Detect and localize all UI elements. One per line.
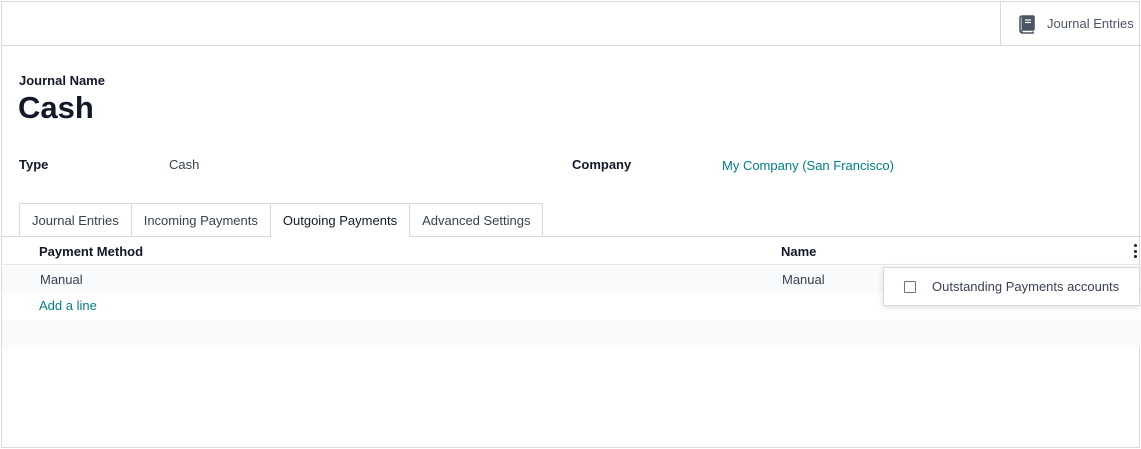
- form-view: Journal Entries Journal Name Cash Type C…: [1, 1, 1141, 448]
- optional-columns-dropdown: Outstanding Payments accounts: [883, 267, 1140, 306]
- column-header-payment-method[interactable]: Payment Method: [39, 244, 143, 259]
- kebab-menu-icon[interactable]: [1132, 244, 1138, 258]
- column-header-name[interactable]: Name: [781, 244, 816, 259]
- tab-incoming-payments[interactable]: Incoming Payments: [130, 203, 270, 237]
- journal-name-label: Journal Name: [19, 73, 105, 88]
- company-link[interactable]: My Company (San Francisco): [722, 158, 894, 173]
- outstanding-payments-checkbox[interactable]: [904, 280, 916, 293]
- journal-name-value[interactable]: Cash: [18, 90, 94, 126]
- button-box: Journal Entries: [2, 2, 1141, 46]
- table-header: Payment Method Name: [2, 237, 1141, 265]
- type-label: Type: [19, 157, 49, 172]
- outstanding-payments-option-label[interactable]: Outstanding Payments accounts: [932, 279, 1119, 294]
- payment-method-cell[interactable]: Manual: [40, 272, 83, 287]
- journal-entries-smart-button[interactable]: Journal Entries: [1000, 2, 1141, 45]
- book-icon: [1017, 14, 1037, 34]
- company-label: Company: [572, 157, 632, 172]
- tab-journal-entries[interactable]: Journal Entries: [19, 203, 131, 237]
- tab-outgoing-payments[interactable]: Outgoing Payments: [269, 203, 410, 238]
- add-a-line-link[interactable]: Add a line: [39, 298, 97, 313]
- empty-row: [2, 320, 1141, 347]
- notebook-tabs: Journal Entries Incoming Payments Outgoi…: [19, 203, 544, 238]
- smart-button-label: Journal Entries: [1047, 16, 1134, 31]
- name-cell[interactable]: Manual: [782, 272, 825, 287]
- type-value[interactable]: Cash: [169, 157, 199, 172]
- tab-advanced-settings[interactable]: Advanced Settings: [409, 203, 544, 237]
